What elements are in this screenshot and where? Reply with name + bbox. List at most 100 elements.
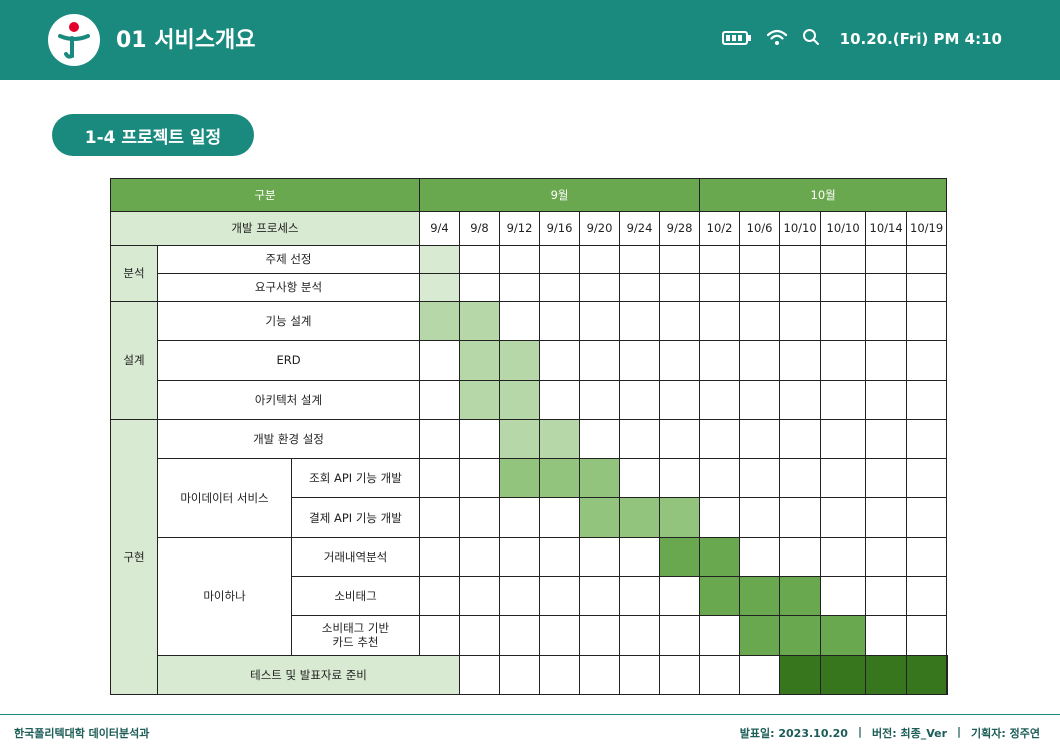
gantt-empty-cell [619,379,660,420]
task-row: 분석 주제 선정 [110,244,948,302]
gantt-empty-cell [865,536,908,578]
gantt-empty-cell [419,458,460,499]
gantt-empty-cell [459,654,500,696]
gantt-empty-cell [579,340,620,381]
gantt-bar-cell [419,300,460,342]
date-cell: 9/24 [619,211,660,246]
gantt-empty-cell [865,418,908,460]
gantt-empty-cell [865,576,908,617]
gantt-empty-cell [739,418,781,460]
gantt-empty-cell [579,536,620,578]
gantt-empty-cell [579,615,620,656]
gantt-empty-cell [699,418,741,460]
gantt-empty-cell [820,272,867,302]
task-label: 요구사항 분석 [157,272,420,302]
gantt-empty-cell [739,654,781,696]
gantt-empty-cell [459,418,500,460]
gantt-bar-cell [579,497,620,538]
gantt-bar-cell [779,654,822,696]
gantt-empty-cell [579,244,620,274]
gantt-empty-cell [779,458,822,499]
subgroup-myhana: 마이하나 [157,536,292,656]
datetime: 10.20.(Fri) PM 4:10 [839,30,1002,48]
gantt-empty-cell [906,244,948,274]
date-cell: 10/19 [906,211,948,246]
gantt-empty-cell [539,536,580,578]
task-label: 거래내역분석 [291,536,420,578]
gantt-empty-cell [619,458,660,499]
process-label: 개발 프로세스 [110,211,420,246]
date-cell: 9/4 [419,211,460,246]
gantt-empty-cell [619,300,660,342]
gantt-empty-cell [779,272,822,302]
gantt-empty-cell [906,458,948,499]
footer-date: 발표일: 2023.10.20 [739,727,848,740]
gantt-empty-cell [658,272,701,302]
gantt-bar-cell [499,379,540,420]
gantt-empty-cell [779,244,822,274]
gantt-empty-cell [459,536,500,578]
gantt-empty-cell [699,379,741,420]
gantt-empty-cell [906,497,948,538]
gantt-empty-cell [739,536,781,578]
gantt-empty-cell [419,497,460,538]
gantt-empty-cell [579,576,620,617]
gantt-empty-cell [658,458,701,499]
gantt-bar-cell [419,244,460,274]
task-label: 조회 API 기능 개발 [291,458,420,499]
search-icon[interactable] [802,28,820,50]
gantt-empty-cell [419,340,460,381]
gantt-bar-cell [779,615,822,656]
gantt-empty-cell [699,272,741,302]
gantt-empty-cell [499,536,540,578]
gantt-empty-cell [539,340,580,381]
gantt-empty-cell [499,654,540,696]
gantt-empty-cell [499,615,540,656]
task-label-line1: 소비태그 기반 [321,621,390,636]
gantt-empty-cell [739,497,781,538]
gantt-bar-cell [820,654,867,696]
gantt-empty-cell [865,272,908,302]
gantt-bar-cell [459,379,500,420]
gantt-empty-cell [658,244,701,274]
task-row: 테스트 및 발표자료 준비 [111,654,948,696]
task-label: 결제 API 기능 개발 [291,497,420,538]
date-cell: 9/16 [539,211,580,246]
date-row: 개발 프로세스 9/4 9/8 9/12 9/16 9/20 9/24 9/28… [110,211,948,246]
gantt-empty-cell [865,497,908,538]
gantt-empty-cell [699,615,741,656]
gantt-bar-cell [539,458,580,499]
gantt-empty-cell [658,615,701,656]
gantt-empty-cell [906,379,948,420]
subgroup-mydata: 마이데이터 서비스 [157,458,292,538]
task-row: 마이데이터 서비스 조회 API 기능 개발 [111,458,948,538]
gantt-empty-cell [539,300,580,342]
gantt-empty-cell [619,340,660,381]
task-row: 아키텍처 설계 [111,379,948,420]
header-month-sep: 9월 [418,177,701,213]
gantt-empty-cell [619,536,660,578]
gantt-empty-cell [820,244,867,274]
task-label-line2: 카드 추천 [332,635,379,650]
gantt-empty-cell [539,615,580,656]
brand-logo [48,14,100,66]
gantt-bar-cell [739,615,781,656]
gantt-empty-cell [699,654,741,696]
gantt-empty-cell [779,379,822,420]
gantt-bar-cell [699,576,741,617]
gantt-bar-cell [499,418,540,460]
gantt-bar-cell [459,300,500,342]
gantt-empty-cell [539,497,580,538]
task-row: 마이하나 거래내역분석 [111,536,948,656]
gantt-bar-cell [739,576,781,617]
gantt-bar-cell [619,497,660,538]
gantt-bar-cell [865,654,908,696]
gantt-empty-cell [619,615,660,656]
task-row: 구현 개발 환경 설정 [110,418,948,696]
task-row: 설계 기능 설계 [110,300,948,420]
gantt-empty-cell [419,615,460,656]
footer-separator: | [857,725,862,738]
task-label-final: 테스트 및 발표자료 준비 [157,654,460,696]
date-cell: 9/12 [499,211,540,246]
date-cell: 10/14 [865,211,908,246]
